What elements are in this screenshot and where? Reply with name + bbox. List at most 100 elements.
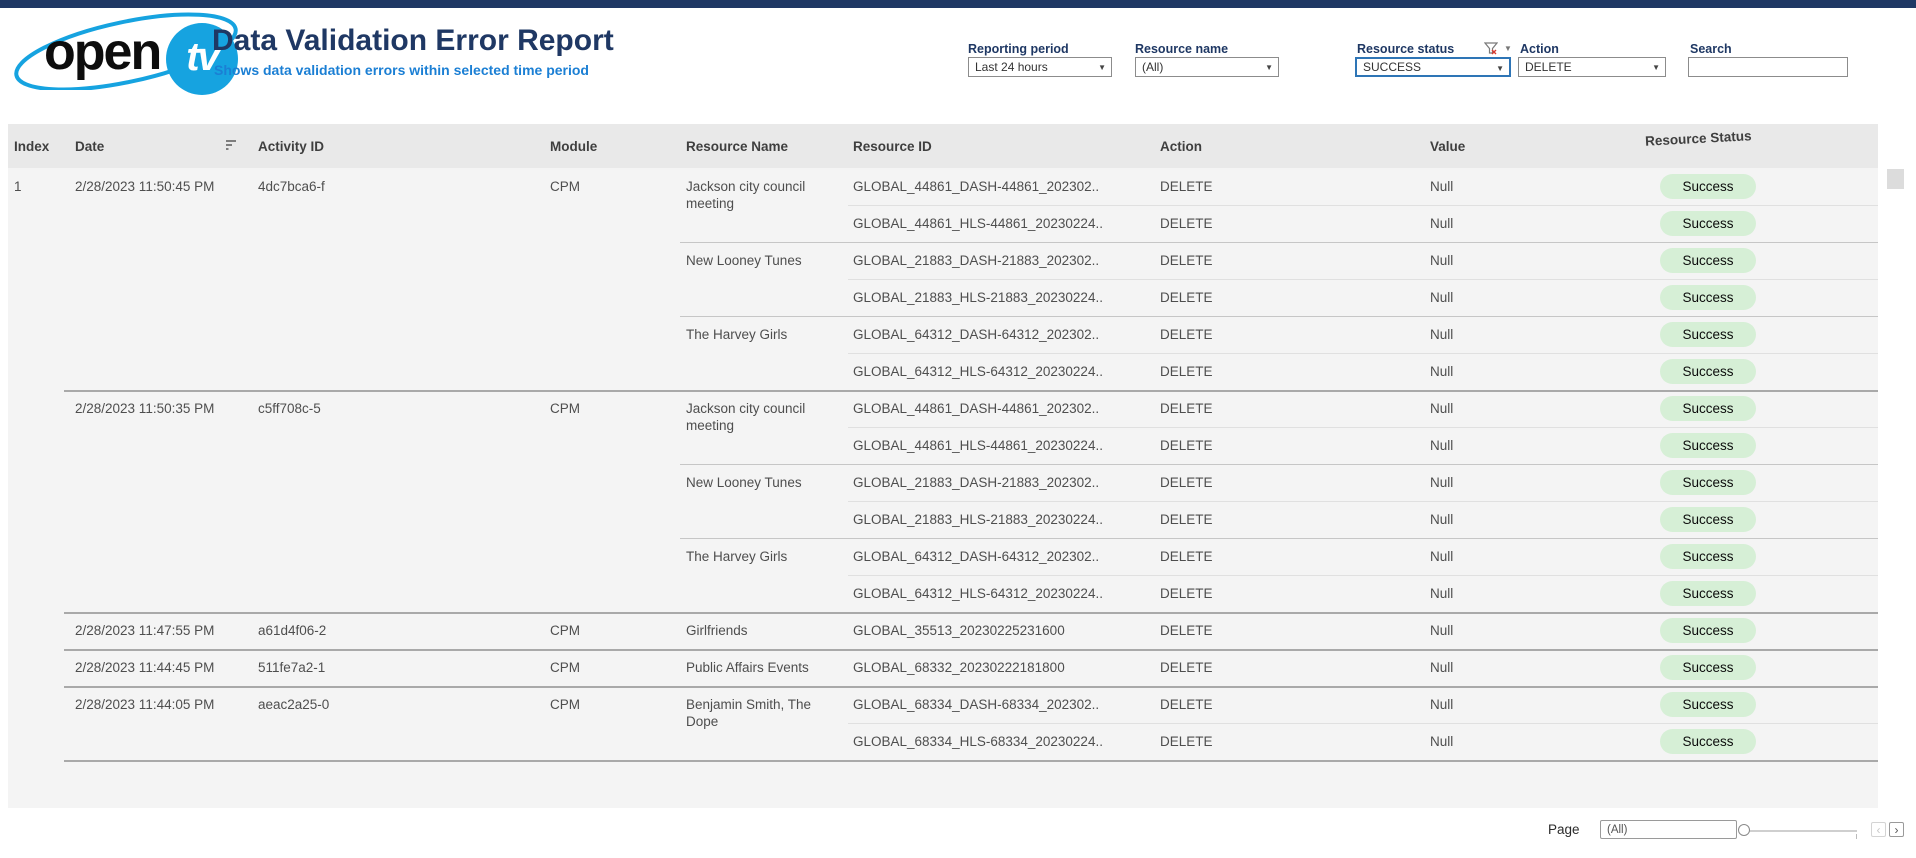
status-badge: Success bbox=[1660, 211, 1756, 236]
cell-value: Null bbox=[1430, 612, 1453, 649]
data-validation-error-report: open tv Data Validation Error Report Sho… bbox=[0, 0, 1916, 858]
cell-resource-id: GLOBAL_44861_DASH-44861_202302.. bbox=[853, 168, 1099, 205]
action-value: DELETE bbox=[1525, 60, 1572, 74]
table-row[interactable]: 2/28/2023 11:44:45 PM511fe7a2-1CPMPublic… bbox=[0, 649, 1916, 686]
cell-index: 1 bbox=[14, 168, 22, 205]
column-header-value[interactable]: Value bbox=[1430, 124, 1465, 168]
status-badge: Success bbox=[1660, 655, 1756, 680]
cell-activity-id: c5ff708c-5 bbox=[258, 390, 321, 427]
column-header-resource-status[interactable]: Resource Status bbox=[1644, 113, 1753, 163]
cell-value: Null bbox=[1430, 575, 1453, 612]
status-badge: Success bbox=[1660, 433, 1756, 458]
cell-activity-id: a61d4f06-2 bbox=[258, 612, 326, 649]
status-badge: Success bbox=[1660, 322, 1756, 347]
cell-resource-name: The Harvey Girls bbox=[686, 316, 846, 343]
status-badge: Success bbox=[1660, 174, 1756, 199]
cell-resource-id: GLOBAL_35513_20230225231600 bbox=[853, 612, 1065, 649]
status-badge: Success bbox=[1660, 285, 1756, 310]
cell-value: Null bbox=[1430, 464, 1453, 501]
cell-resource-id: GLOBAL_68332_20230222181800 bbox=[853, 649, 1065, 686]
vertical-scrollbar[interactable] bbox=[1887, 169, 1904, 189]
cell-action: DELETE bbox=[1160, 205, 1213, 242]
resource-status-select[interactable]: SUCCESS ▼ bbox=[1355, 57, 1511, 77]
resource-name-value: (All) bbox=[1142, 60, 1163, 74]
page-slider-tick bbox=[1856, 834, 1857, 839]
table-row[interactable]: The Harvey GirlsGLOBAL_64312_DASH-64312_… bbox=[0, 538, 1916, 575]
column-header-action[interactable]: Action bbox=[1160, 124, 1202, 168]
table-row[interactable]: GLOBAL_44861_HLS-44861_20230224.. DELETE N… bbox=[0, 427, 1916, 464]
cell-resource-id: GLOBAL_21883_DASH-21883_202302.. bbox=[853, 464, 1099, 501]
column-header-resource-name[interactable]: Resource Name bbox=[686, 124, 788, 168]
cell-value: Null bbox=[1430, 501, 1453, 538]
column-header-resource-id[interactable]: Resource ID bbox=[853, 124, 932, 168]
table-row[interactable]: GLOBAL_68334_HLS-68334_20230224..DELETEN… bbox=[0, 723, 1916, 760]
table-row[interactable]: 2/28/2023 11:50:35 PMc5ff708c-5CPMJackso… bbox=[0, 390, 1916, 427]
chevron-down-icon: ▼ bbox=[1265, 64, 1273, 72]
logo-text: open bbox=[44, 26, 160, 78]
resource-name-select[interactable]: (All) ▼ bbox=[1135, 57, 1279, 77]
action-select[interactable]: DELETE ▼ bbox=[1518, 57, 1666, 77]
cell-action: DELETE bbox=[1160, 427, 1213, 464]
table-row[interactable]: GLOBAL_44861_HLS-44861_20230224.. DELETE N… bbox=[0, 205, 1916, 242]
action-label: Action bbox=[1520, 42, 1559, 56]
cell-module: CPM bbox=[550, 686, 580, 723]
cell-resource-name: Public Affairs Events bbox=[686, 649, 846, 676]
page-slider-track[interactable] bbox=[1748, 830, 1857, 832]
column-header-activity-id[interactable]: Activity ID bbox=[258, 124, 324, 168]
cell-resource-name: Girlfriends bbox=[686, 612, 846, 639]
prev-page-button[interactable]: ‹ bbox=[1871, 822, 1886, 837]
column-header-module[interactable]: Module bbox=[550, 124, 597, 168]
table-bottom-border bbox=[64, 760, 1878, 762]
sort-descending-icon[interactable] bbox=[224, 138, 238, 152]
cell-resource-id: GLOBAL_64312_DASH-64312_202302.. bbox=[853, 316, 1099, 353]
cell-resource-id: GLOBAL_64312_HLS-64312_20230224.. bbox=[853, 575, 1103, 612]
resource-status-value: SUCCESS bbox=[1363, 60, 1421, 74]
column-header-date[interactable]: Date bbox=[75, 124, 104, 168]
table-row[interactable]: GLOBAL_64312_HLS-64312_20230224..DELETEN… bbox=[0, 575, 1916, 612]
table-row[interactable]: New Looney TunesGLOBAL_21883_DASH-21883_… bbox=[0, 464, 1916, 501]
cell-value: Null bbox=[1430, 427, 1453, 464]
cell-value: Null bbox=[1430, 242, 1453, 279]
table-row[interactable]: GLOBAL_21883_HLS-21883_20230224..DELETEN… bbox=[0, 279, 1916, 316]
column-header-index[interactable]: Index bbox=[14, 124, 49, 168]
page-title: Data Validation Error Report bbox=[212, 24, 614, 58]
page-subtitle: Shows data validation errors within sele… bbox=[214, 62, 589, 78]
page-label: Page bbox=[1548, 822, 1580, 837]
resource-name-label: Resource name bbox=[1135, 42, 1228, 56]
cell-module: CPM bbox=[550, 168, 580, 205]
table-row[interactable]: 2/28/2023 11:47:55 PM a61d4f06-2 CPM Girlfr… bbox=[0, 612, 1916, 649]
reporting-period-select[interactable]: Last 24 hours ▼ bbox=[968, 57, 1112, 77]
cell-resource-id: GLOBAL_68334_DASH-68334_202302.. bbox=[853, 686, 1099, 723]
table-row[interactable]: GLOBAL_21883_HLS-21883_20230224..DELETEN… bbox=[0, 501, 1916, 538]
cell-activity-id: aeac2a25-0 bbox=[258, 686, 329, 723]
page-slider-handle[interactable] bbox=[1738, 824, 1750, 836]
cell-resource-id: GLOBAL_44861_DASH-44861_202302.. bbox=[853, 390, 1099, 427]
cell-module: CPM bbox=[550, 612, 580, 649]
status-badge: Success bbox=[1660, 581, 1756, 606]
table-row[interactable]: 12/28/2023 11:50:45 PM4dc7bca6-fCPMJacks… bbox=[0, 168, 1916, 205]
top-accent-bar bbox=[0, 0, 1916, 8]
status-badge: Success bbox=[1660, 544, 1756, 569]
cell-value: Null bbox=[1430, 168, 1453, 205]
clear-filter-icon[interactable] bbox=[1484, 42, 1498, 55]
cell-date: 2/28/2023 11:50:35 PM bbox=[75, 390, 214, 427]
table-row[interactable]: New Looney TunesGLOBAL_21883_DASH-21883_… bbox=[0, 242, 1916, 279]
cell-resource-id: GLOBAL_44861_HLS-44861_20230224.. bbox=[853, 427, 1103, 464]
cell-value: Null bbox=[1430, 279, 1453, 316]
cell-value: Null bbox=[1430, 353, 1453, 390]
table-row[interactable]: 2/28/2023 11:44:05 PMaeac2a25-0CPMBenjam… bbox=[0, 686, 1916, 723]
cell-action: DELETE bbox=[1160, 390, 1213, 427]
cell-value: Null bbox=[1430, 538, 1453, 575]
cell-value: Null bbox=[1430, 205, 1453, 242]
cell-date: 2/28/2023 11:47:55 PM bbox=[75, 612, 214, 649]
opentv-logo: open tv bbox=[8, 12, 238, 90]
next-page-button[interactable]: › bbox=[1889, 822, 1904, 837]
cell-activity-id: 4dc7bca6-f bbox=[258, 168, 325, 205]
chevron-down-icon[interactable]: ▼ bbox=[1504, 44, 1512, 53]
table-row[interactable]: The Harvey Girls GLOBAL_64312_DASH-64312_… bbox=[0, 316, 1916, 353]
table-row[interactable]: GLOBAL_64312_HLS-64312_20230224..DELETEN… bbox=[0, 353, 1916, 390]
cell-date: 2/28/2023 11:44:45 PM bbox=[75, 649, 214, 686]
search-input[interactable] bbox=[1688, 57, 1848, 77]
page-select[interactable]: (All) bbox=[1600, 820, 1737, 839]
cell-resource-id: GLOBAL_44861_HLS-44861_20230224.. bbox=[853, 205, 1103, 242]
